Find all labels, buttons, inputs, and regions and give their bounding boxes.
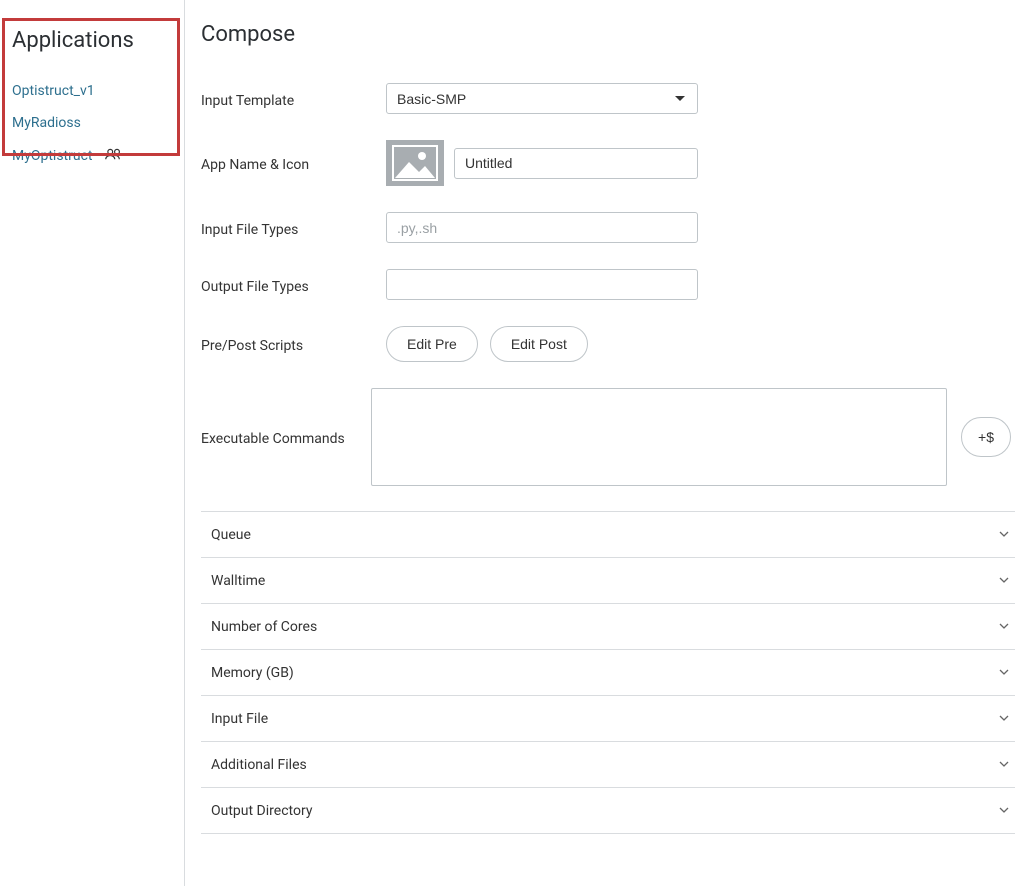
row-output-file-types: Output File Types — [201, 269, 1015, 300]
row-input-file-types: Input File Types — [201, 212, 1015, 243]
input-template-select-wrap: Basic-SMP — [386, 83, 698, 114]
chevron-down-icon — [999, 665, 1009, 681]
app-label: MyRadioss — [12, 115, 81, 131]
chevron-down-icon — [999, 757, 1009, 773]
input-file-types-input[interactable] — [386, 212, 698, 243]
accordion-item-queue[interactable]: Queue — [201, 511, 1015, 558]
sidebar-item-optistruct-v1[interactable]: Optistruct_v1 — [10, 75, 184, 107]
row-input-template: Input Template Basic-SMP — [201, 83, 1015, 114]
accordion-label: Walltime — [211, 573, 265, 589]
row-scripts: Pre/Post Scripts Edit Pre Edit Post — [201, 326, 1015, 362]
shared-icon — [105, 147, 123, 165]
chevron-down-icon — [999, 573, 1009, 589]
accordion-label: Output Directory — [211, 803, 312, 819]
label-input-file-types: Input File Types — [201, 218, 386, 238]
accordion-item-memory[interactable]: Memory (GB) — [201, 649, 1015, 696]
chevron-down-icon — [999, 527, 1009, 543]
main-panel: Compose Input Template Basic-SMP App Nam… — [185, 0, 1029, 886]
sidebar-item-myradioss[interactable]: MyRadioss — [10, 107, 184, 139]
accordion-item-number-of-cores[interactable]: Number of Cores — [201, 603, 1015, 650]
accordion-label: Input File — [211, 711, 268, 727]
row-executable-commands: Executable Commands +$ — [201, 388, 1015, 486]
sidebar-title: Applications — [10, 8, 184, 65]
accordion: Queue Walltime Number of Cores Memory (G… — [201, 511, 1015, 834]
accordion-item-walltime[interactable]: Walltime — [201, 557, 1015, 604]
accordion-label: Memory (GB) — [211, 665, 294, 681]
accordion-label: Queue — [211, 527, 251, 543]
sidebar-item-myoptistruct[interactable]: MyOptistruct — [10, 139, 184, 173]
label-input-template: Input Template — [201, 89, 386, 109]
label-output-file-types: Output File Types — [201, 275, 386, 295]
edit-pre-button[interactable]: Edit Pre — [386, 326, 478, 362]
accordion-label: Additional Files — [211, 757, 307, 773]
page-title: Compose — [201, 22, 1015, 47]
accordion-item-additional-files[interactable]: Additional Files — [201, 741, 1015, 788]
output-file-types-input[interactable] — [386, 269, 698, 300]
label-scripts: Pre/Post Scripts — [201, 334, 386, 354]
executable-commands-textarea[interactable] — [371, 388, 947, 486]
chevron-down-icon — [999, 619, 1009, 635]
edit-post-button[interactable]: Edit Post — [490, 326, 588, 362]
app-label: Optistruct_v1 — [12, 83, 95, 99]
app-label: MyOptistruct — [12, 148, 93, 164]
accordion-item-output-directory[interactable]: Output Directory — [201, 787, 1015, 834]
label-executable-commands: Executable Commands — [201, 427, 371, 447]
chevron-down-icon — [999, 803, 1009, 819]
chevron-down-icon — [999, 711, 1009, 727]
input-template-select[interactable]: Basic-SMP — [386, 83, 698, 114]
sidebar: Applications Optistruct_v1 MyRadioss MyO… — [0, 0, 185, 886]
app-icon-placeholder[interactable] — [386, 140, 444, 186]
app-list: Optistruct_v1 MyRadioss MyOptistruct — [10, 65, 184, 173]
add-variable-button[interactable]: +$ — [961, 417, 1011, 457]
accordion-item-input-file[interactable]: Input File — [201, 695, 1015, 742]
row-app-name-icon: App Name & Icon — [201, 140, 1015, 186]
app-name-input[interactable] — [454, 148, 698, 179]
label-app-name-icon: App Name & Icon — [201, 153, 386, 173]
accordion-label: Number of Cores — [211, 619, 317, 635]
